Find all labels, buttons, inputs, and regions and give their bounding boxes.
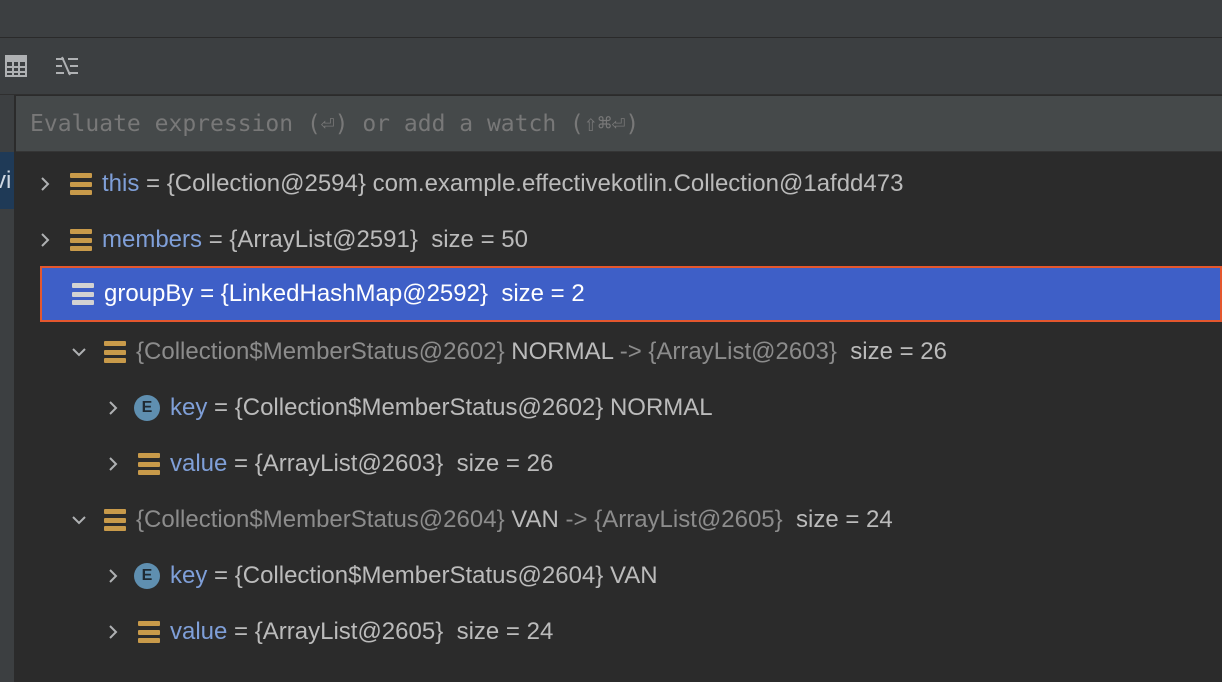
equals-sign: = — [208, 226, 223, 253]
variable-ref: {ArrayList@2591} — [229, 226, 418, 253]
variable-ref: {Collection@2594} — [166, 170, 366, 197]
enum-icon: E — [134, 563, 160, 589]
map-entry-row[interactable]: {Collection$MemberStatus@2602} NORMAL ->… — [16, 324, 1222, 380]
entry-text: {Collection$MemberStatus@2602} NORMAL ->… — [136, 338, 947, 366]
variable-ref: {ArrayList@2605} — [254, 618, 444, 645]
enum-icon: E — [134, 395, 160, 421]
field-icon — [104, 341, 126, 363]
debugger-toolbar — [0, 38, 1222, 95]
chevron-right-icon[interactable] — [104, 567, 122, 585]
equals-sign: = — [214, 562, 229, 589]
equals-sign: = — [234, 618, 249, 645]
top-bar — [0, 0, 1222, 38]
variable-name: this — [102, 170, 140, 197]
field-icon — [70, 229, 92, 251]
watch-bar — [16, 96, 1222, 152]
variable-text: groupBy = {LinkedHashMap@2592} size = 2 — [104, 280, 585, 308]
equals-sign: = — [200, 280, 215, 307]
entry-size: size = 24 — [796, 506, 893, 533]
variable-value: {Collection$MemberStatus@2604} VAN — [234, 562, 658, 589]
entry-arrow: -> — [565, 506, 588, 533]
entry-key-name: NORMAL — [511, 338, 614, 365]
chevron-right-icon[interactable] — [104, 623, 122, 641]
variable-ref: {LinkedHashMap@2592} — [220, 280, 488, 307]
entry-key-row[interactable]: E key = {Collection$MemberStatus@2604} V… — [16, 548, 1222, 604]
entry-key-ref: {Collection$MemberStatus@2602} — [136, 338, 505, 365]
variable-row-groupby[interactable]: groupBy = {LinkedHashMap@2592} size = 2 — [40, 266, 1222, 322]
field-icon — [138, 621, 160, 643]
equals-sign: = — [234, 450, 249, 477]
evaluate-expression-input[interactable] — [16, 96, 1222, 151]
entry-value-row[interactable]: value = {ArrayList@2603} size = 26 — [16, 436, 1222, 492]
entry-key-row[interactable]: E key = {Collection$MemberStatus@2602} N… — [16, 380, 1222, 436]
calculator-icon[interactable] — [2, 52, 30, 80]
key-text: key = {Collection$MemberStatus@2604} VAN — [170, 562, 658, 590]
entry-value-row[interactable]: value = {ArrayList@2605} size = 24 — [16, 604, 1222, 660]
variable-name: value — [170, 450, 228, 477]
entry-text: {Collection$MemberStatus@2604} VAN -> {A… — [136, 506, 893, 534]
variable-text: members = {ArrayList@2591} size = 50 — [102, 226, 528, 254]
variable-size: size = 50 — [431, 226, 528, 253]
variable-value: com.example.effectivekotlin.Collection@1… — [372, 170, 904, 197]
variable-ref: {ArrayList@2603} — [254, 450, 444, 477]
variable-name: members — [102, 226, 203, 253]
value-text: value = {ArrayList@2605} size = 24 — [170, 618, 553, 646]
chevron-right-icon[interactable] — [36, 231, 54, 249]
chevron-down-icon[interactable] — [70, 343, 88, 361]
map-entry-row[interactable]: {Collection$MemberStatus@2604} VAN -> {A… — [16, 492, 1222, 548]
variable-value: {Collection$MemberStatus@2602} NORMAL — [234, 394, 713, 421]
variable-name: key — [170, 394, 208, 421]
field-icon — [138, 453, 160, 475]
equals-sign: = — [214, 394, 229, 421]
variable-row-this[interactable]: this = {Collection@2594} com.example.eff… — [16, 156, 1222, 212]
chevron-down-icon[interactable] — [70, 511, 88, 529]
field-icon — [70, 173, 92, 195]
value-text: value = {ArrayList@2603} size = 26 — [170, 450, 553, 478]
variable-size: size = 24 — [456, 618, 554, 645]
compare-lines-icon[interactable] — [53, 52, 81, 80]
chevron-right-icon[interactable] — [104, 399, 122, 417]
entry-key-ref: {Collection$MemberStatus@2604} — [136, 506, 505, 533]
variables-tree: this = {Collection@2594} com.example.eff… — [16, 154, 1222, 682]
variable-name: groupBy — [104, 280, 194, 307]
variable-row-members[interactable]: members = {ArrayList@2591} size = 50 — [16, 212, 1222, 268]
entry-key-name: VAN — [511, 506, 559, 533]
entry-arrow: -> — [619, 338, 642, 365]
variable-text: this = {Collection@2594} com.example.eff… — [102, 170, 903, 198]
variable-name: value — [170, 618, 228, 645]
field-icon — [104, 509, 126, 531]
equals-sign: = — [146, 170, 161, 197]
chevron-right-icon[interactable] — [36, 175, 54, 193]
entry-value-ref: {ArrayList@2605} — [594, 506, 783, 533]
variable-name: key — [170, 562, 208, 589]
key-text: key = {Collection$MemberStatus@2602} NOR… — [170, 394, 713, 422]
field-icon — [72, 283, 94, 305]
variable-size: size = 26 — [456, 450, 554, 477]
entry-value-ref: {ArrayList@2603} — [648, 338, 837, 365]
side-tab[interactable]: vi — [0, 152, 14, 209]
chevron-right-icon[interactable] — [104, 455, 122, 473]
variable-size: size = 2 — [501, 280, 585, 307]
entry-size: size = 26 — [850, 338, 947, 365]
